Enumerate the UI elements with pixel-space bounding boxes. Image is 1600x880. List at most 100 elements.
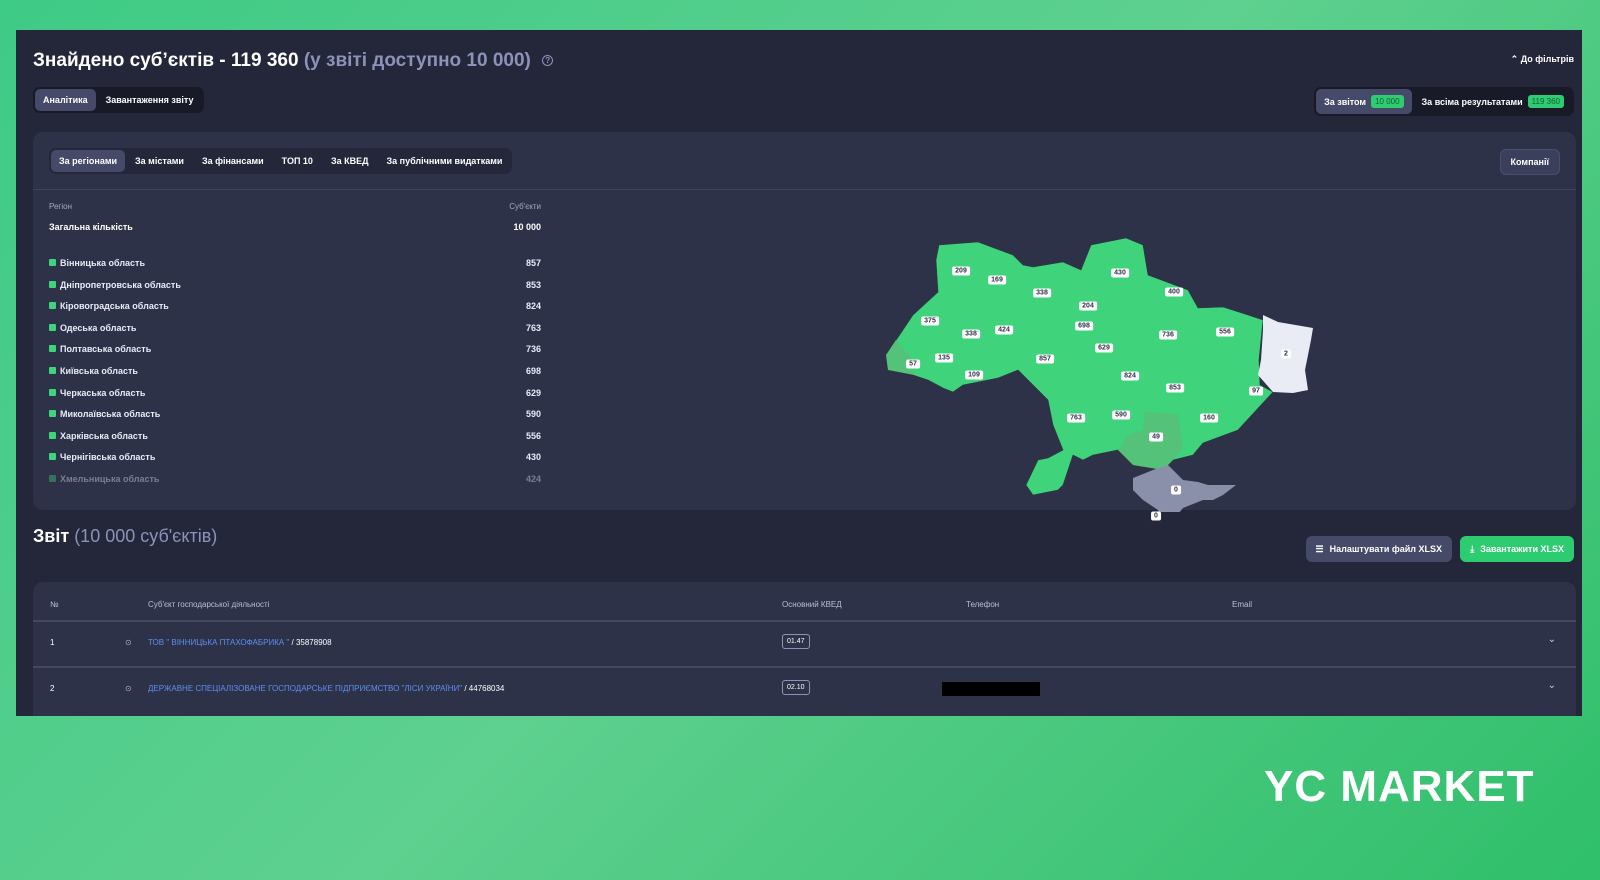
tab-analytics[interactable]: Аналітика [35, 89, 96, 111]
download-xlsx-button[interactable]: ⤓ Завантажити XLSX [1460, 536, 1574, 562]
count-badge: 10 000 [1371, 95, 1404, 108]
map-value-label: 109 [965, 370, 983, 380]
region-name: Київська область [49, 366, 138, 388]
map-value-label: 375 [921, 316, 939, 326]
map-value-label: 629 [1095, 343, 1113, 353]
main-panel: Знайдено суб’єктів - 119 360 (у звіті до… [16, 30, 1582, 716]
region-row[interactable]: Київська область 698 [49, 366, 541, 388]
map-value-label: 0 [1171, 485, 1181, 495]
chevron-down-icon[interactable]: ⌄ [1548, 634, 1556, 645]
company-code: / 35878908 [291, 638, 332, 647]
region-name: Кіровоградська область [49, 301, 169, 323]
map-value-label: 736 [1159, 330, 1177, 340]
help-icon[interactable]: ? [542, 55, 554, 67]
redacted-phone [942, 682, 1040, 696]
region-label: Хмельницька область [60, 473, 160, 484]
company-link[interactable]: ТОВ " ВІННИЦЬКА ПТАХОФАБРИКА " [148, 638, 289, 647]
region-row[interactable]: Вінницька область 857 [49, 258, 541, 280]
region-table-header: Регіон Суб'єкти [49, 202, 541, 222]
yc-market-logo: YC MARKET [1264, 762, 1535, 811]
button-label: Завантажити XLSX [1480, 544, 1564, 554]
region-row[interactable]: Полтавська область 736 [49, 344, 541, 366]
company-code: / 44768034 [464, 684, 505, 693]
region-row[interactable]: Миколаївська область 590 [49, 409, 541, 431]
map-value-label: 857 [1036, 354, 1054, 364]
company-link[interactable]: ДЕРЖАВНЕ СПЕЦІАЛІЗОВАНЕ ГОСПОДАРСЬКЕ ПІД… [148, 684, 462, 693]
map-value-label: 824 [1121, 371, 1139, 381]
region-row[interactable]: Кіровоградська область 824 [49, 301, 541, 323]
map-value-label: 430 [1111, 268, 1129, 278]
view-tabs: Аналітика Завантаження звіту [33, 87, 204, 113]
col-phone: Телефон [966, 600, 1000, 609]
legend-square-icon [49, 388, 56, 396]
map-value-label: 57 [906, 359, 920, 369]
legend-square-icon [49, 323, 56, 331]
region-label: Київська область [60, 365, 138, 376]
region-name: Полтавська область [49, 344, 151, 366]
table-row[interactable]: 2 ⊙ ДЕРЖАВНЕ СПЕЦІАЛІЗОВАНЕ ГОСПОДАРСЬКЕ… [33, 666, 1576, 712]
to-filters-button[interactable]: ⌃ До фільтрів [1511, 54, 1574, 65]
map-value-label: 135 [935, 353, 953, 363]
map-value-label: 556 [1216, 327, 1234, 337]
region-row[interactable]: Чернігівська область 430 [49, 452, 541, 474]
scope-tabs: За звітом 10 000 За всіма результатами 119… [1314, 87, 1574, 116]
analytics-tabs: За регіонами За містами За фінансами ТОП… [49, 148, 513, 174]
map-region-crimea[interactable] [1133, 465, 1236, 523]
region-label: Черкаська область [60, 387, 146, 398]
found-count: Знайдено суб’єктів - 119 360 [33, 50, 299, 71]
region-value: 857 [525, 258, 541, 268]
row-number: 1 [50, 638, 55, 647]
tab-by-report[interactable]: За звітом 10 000 [1316, 89, 1412, 114]
tab-finances[interactable]: За фінансами [194, 150, 272, 172]
region-label: Вінницька область [60, 258, 145, 268]
tab-report-download[interactable]: Завантаження звіту [98, 89, 202, 111]
table-row[interactable]: 1 ⊙ ТОВ " ВІННИЦЬКА ПТАХОФАБРИКА " / 358… [33, 620, 1576, 666]
ukraine-map: 209 169 338 430 400 204 375 338 424 698 736 556 2 57 1… [853, 192, 1313, 523]
tab-all-results[interactable]: За всіма результатами 119 360 [1414, 89, 1572, 114]
download-icon: ⤓ [1470, 543, 1475, 554]
total-value: 10 000 [513, 222, 541, 232]
company-icon: ⊙ [125, 684, 132, 693]
tab-top10[interactable]: ТОП 10 [274, 150, 321, 172]
region-label: Харківська область [60, 430, 148, 441]
report-count: (10 000 суб'єктів) [74, 526, 218, 546]
tab-kved[interactable]: За КВЕД [323, 150, 377, 172]
tab-cities[interactable]: За містами [127, 150, 192, 172]
chevron-down-icon[interactable]: ⌄ [1548, 680, 1556, 691]
sliders-icon: ☰ [1315, 543, 1324, 554]
region-table: Регіон Суб'єкти Загальна кількість 10 000 … [49, 202, 541, 496]
region-value: 430 [525, 452, 541, 463]
region-name: Харківська область [49, 431, 148, 453]
map-value-label: 2 [1281, 349, 1291, 359]
map-value-label: 590 [1112, 410, 1130, 420]
region-name: Хмельницька область [49, 474, 159, 496]
companies-button[interactable]: Компанії [1499, 149, 1560, 175]
tab-regions[interactable]: За регіонами [51, 150, 126, 172]
region-name: Одеська область [49, 323, 136, 345]
region-value: 590 [525, 409, 541, 420]
region-value: 424 [525, 473, 541, 484]
region-row[interactable]: Одеська область 763 [49, 323, 541, 345]
region-value: 556 [525, 430, 541, 441]
configure-xlsx-button[interactable]: ☰ Налаштувати файл XLSX [1305, 536, 1452, 562]
legend-square-icon [49, 410, 56, 418]
tab-label: За звітом [1324, 96, 1367, 107]
count-badge: 119 360 [1527, 95, 1564, 108]
region-row[interactable]: Харківська область 556 [49, 431, 541, 453]
region-label: Чернігівська область [60, 452, 156, 463]
report-title-text: Звіт [33, 526, 70, 546]
region-row[interactable]: Дніпропетровська область 853 [49, 280, 541, 302]
region-value: 629 [525, 387, 541, 398]
col-number: № [50, 600, 59, 609]
region-row[interactable]: Черкаська область 629 [49, 388, 541, 410]
region-label: Кіровоградська область [60, 301, 169, 312]
total-label: Загальна кількість [49, 222, 133, 232]
map-value-label: 0 [1151, 511, 1161, 521]
tab-public-spending[interactable]: За публічними видатками [379, 150, 511, 172]
legend-square-icon [49, 474, 56, 482]
region-row[interactable]: Хмельницька область 424 [49, 474, 541, 496]
map-value-label: 763 [1067, 413, 1085, 423]
legend-square-icon [49, 453, 56, 461]
map-region-mainland[interactable] [885, 237, 1274, 496]
legend-square-icon [49, 280, 56, 288]
